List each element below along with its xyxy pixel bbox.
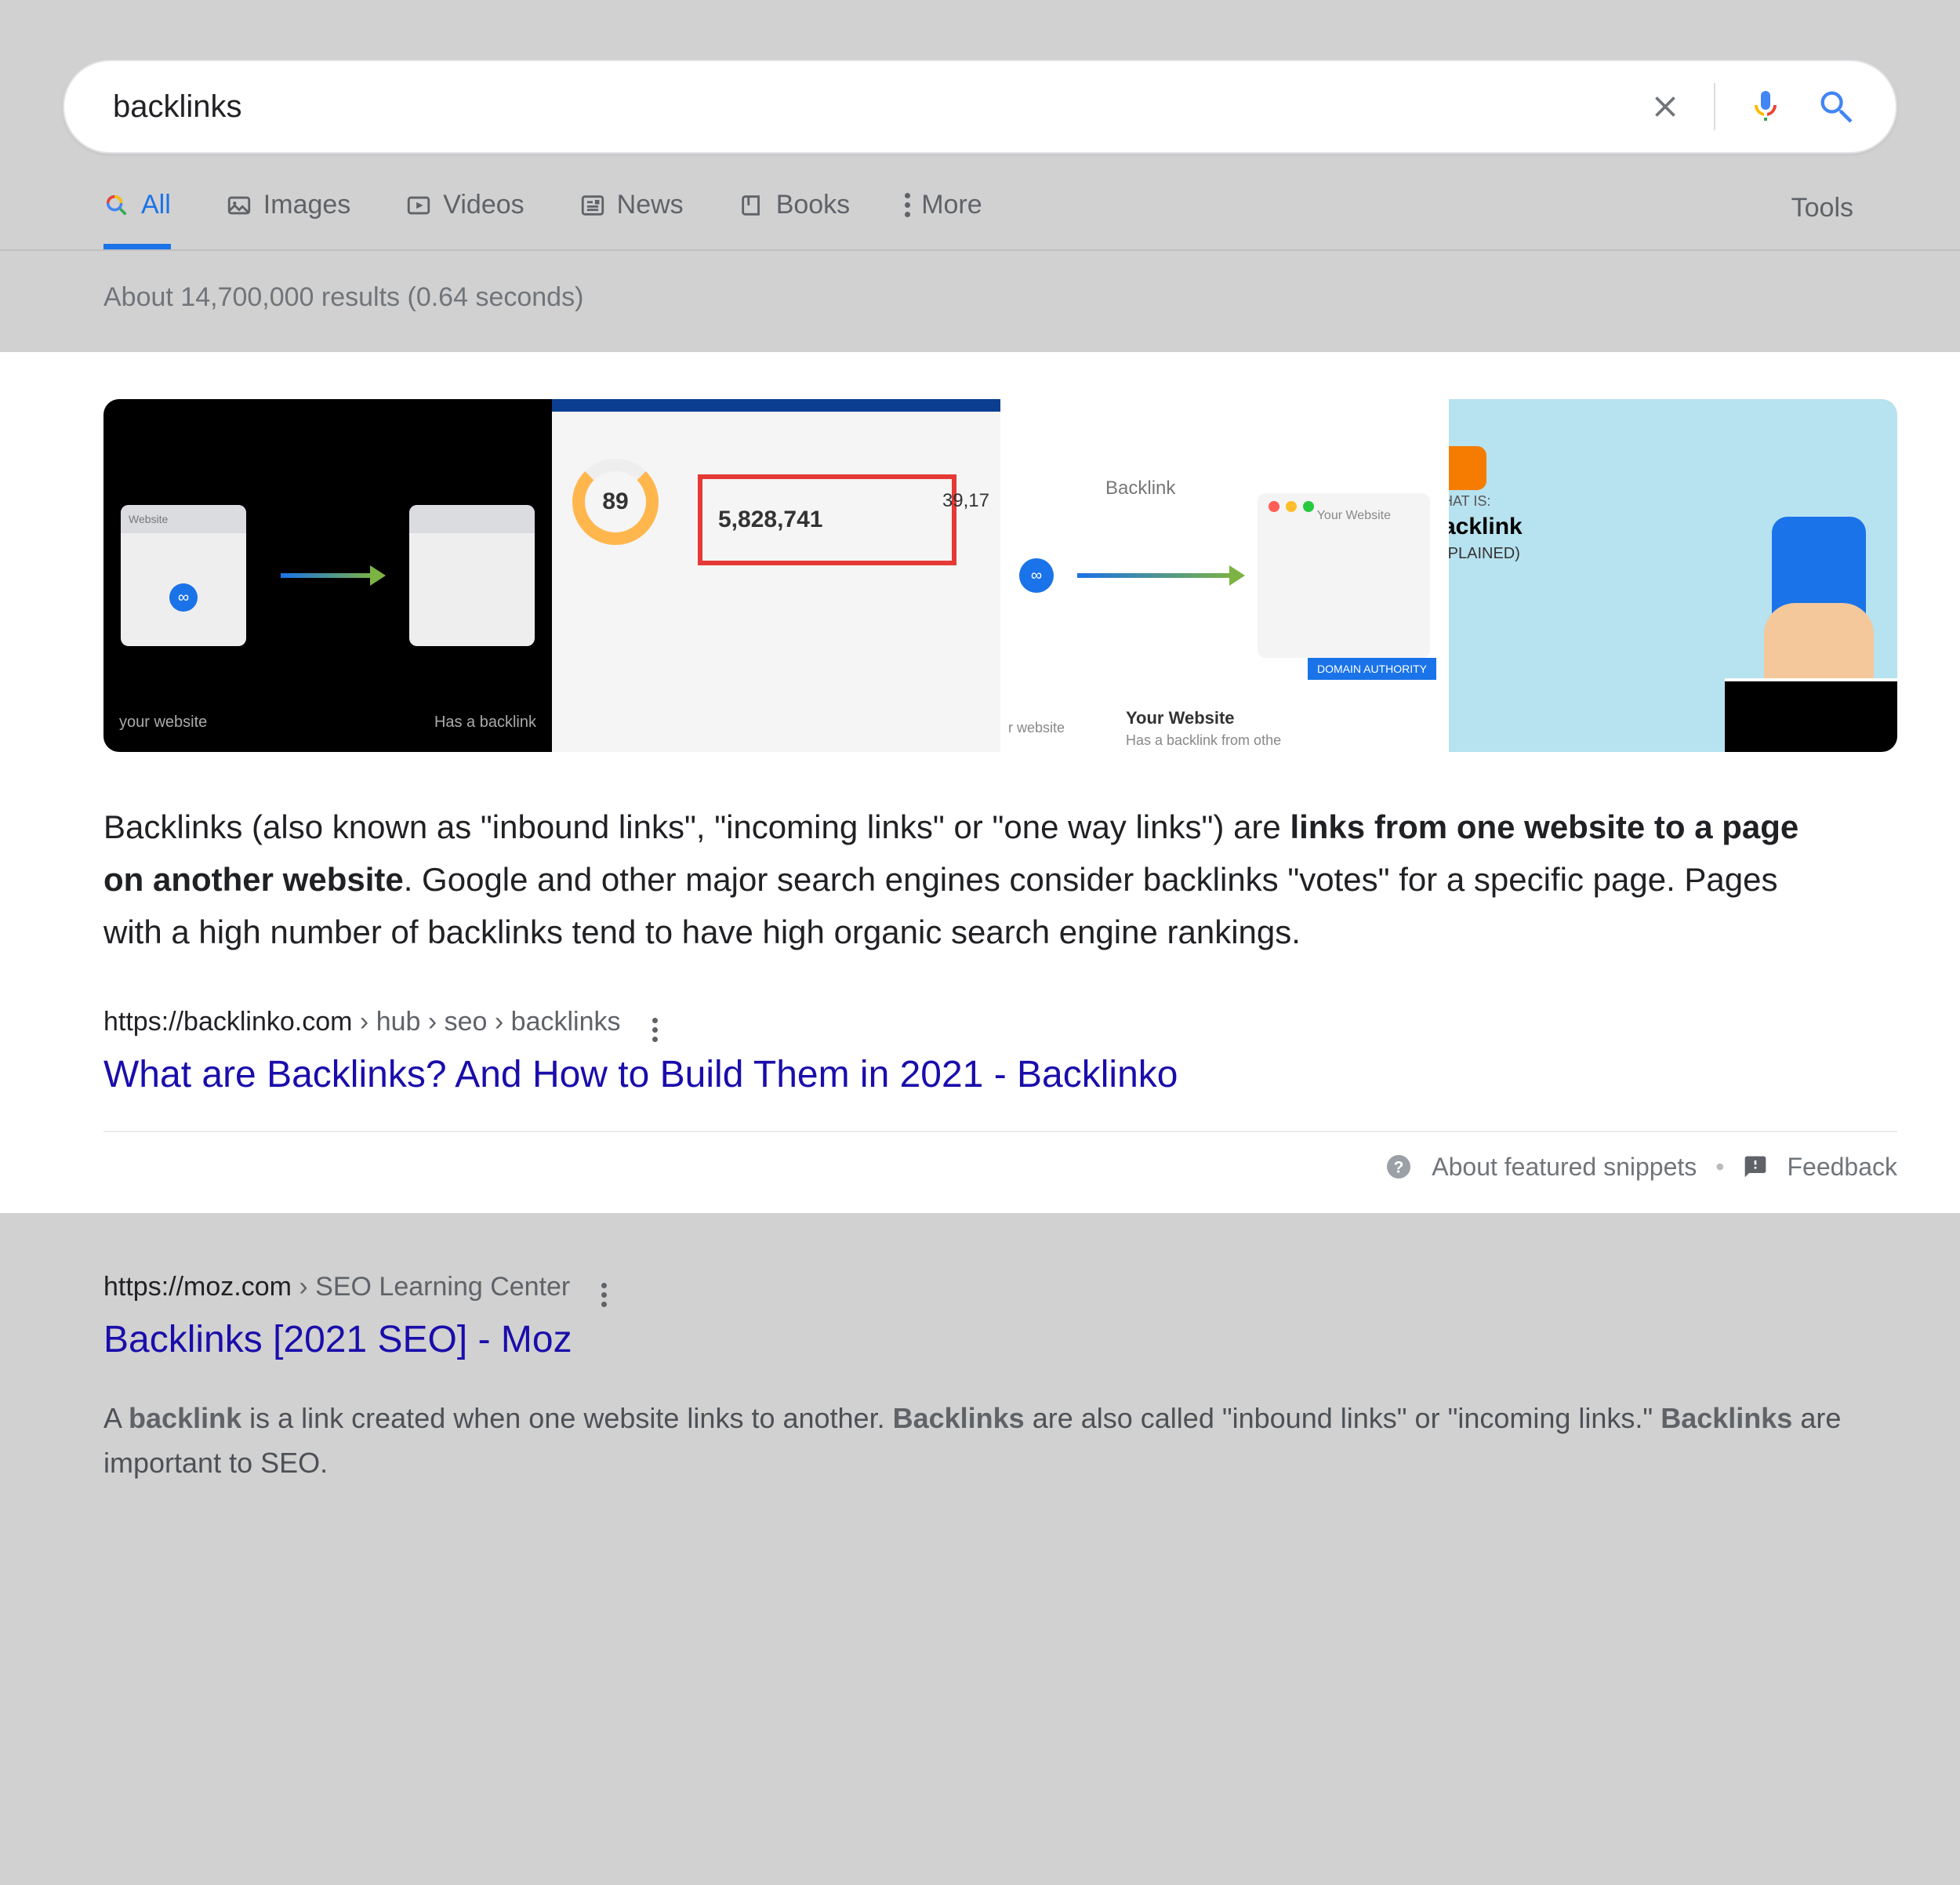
result-breadcrumb[interactable]: https://moz.com › SEO Learning Center	[103, 1272, 570, 1302]
organic-result-description: A backlink is a link created when one we…	[103, 1396, 1844, 1486]
featured-image-3[interactable]: ∞ Backlink Your Website DOMAIN AUTHORITY…	[1000, 399, 1449, 752]
thumb-title: acklink	[1449, 514, 1523, 540]
result-more-icon[interactable]	[652, 1003, 658, 1042]
breadcrumb-path: › hub › seo › backlinks	[352, 1007, 620, 1037]
clear-icon[interactable]	[1648, 89, 1682, 124]
thumb-caption: Has a backlink from othe	[1126, 732, 1281, 749]
breadcrumb-domain: https://moz.com	[103, 1272, 292, 1302]
result-stats: About 14,700,000 results (0.64 seconds)	[103, 282, 1866, 313]
about-snippets-link[interactable]: About featured snippets	[1432, 1153, 1697, 1182]
search-icon[interactable]	[1816, 86, 1857, 127]
images-icon	[226, 192, 252, 219]
feedback-icon	[1743, 1154, 1768, 1179]
search-bar-container	[0, 60, 1960, 154]
thumb-label: Website	[129, 513, 168, 525]
tab-videos[interactable]: Videos	[405, 190, 524, 249]
breadcrumb-path: › SEO Learning Center	[292, 1272, 570, 1302]
result-breadcrumb-row: https://moz.com › SEO Learning Center	[103, 1268, 1844, 1307]
desc-bold: Backlinks	[893, 1402, 1025, 1434]
results-content: About 14,700,000 results (0.64 seconds) …	[0, 282, 1866, 1486]
gauge-value: 89	[572, 459, 659, 545]
featured-result-title[interactable]: What are Backlinks? And How to Build The…	[103, 1053, 1897, 1096]
search-tab-icon	[103, 192, 130, 219]
videos-icon	[405, 192, 432, 219]
result-breadcrumb-row: https://backlinko.com › hub › seo › back…	[103, 1003, 1897, 1042]
separator	[1714, 83, 1715, 130]
thumb-badge: DOMAIN AUTHORITY	[1308, 658, 1436, 680]
news-icon	[579, 192, 606, 219]
feedback-link[interactable]: Feedback	[1787, 1153, 1897, 1182]
tab-label: Videos	[443, 190, 524, 220]
separator: •	[1715, 1153, 1724, 1182]
svg-text:?: ?	[1394, 1159, 1404, 1177]
desc-bold: backlink	[129, 1402, 241, 1434]
thumb-caption: Your Website	[1126, 708, 1235, 728]
thumb-caption: your website	[119, 714, 207, 732]
tools-button[interactable]: Tools	[1791, 193, 1853, 247]
help-icon[interactable]: ?	[1385, 1153, 1413, 1181]
desc-part: A	[103, 1402, 129, 1434]
tab-more[interactable]: More	[905, 190, 982, 249]
tab-label: All	[141, 190, 171, 220]
breadcrumb-domain: https://backlinko.com	[103, 1007, 352, 1037]
thumb-label: HAT IS:	[1449, 493, 1490, 510]
thumb-label: Backlink	[1105, 478, 1175, 499]
featured-snippet: ∞ Website your website Has a backlink 89…	[0, 352, 1960, 1213]
tab-news[interactable]: News	[579, 190, 684, 249]
featured-snippet-text: Backlinks (also known as "inbound links"…	[103, 801, 1844, 959]
featured-image-1[interactable]: ∞ Website your website Has a backlink	[103, 399, 552, 752]
featured-image-4[interactable]: HAT IS: acklink (PLAINED)	[1449, 399, 1897, 752]
tab-label: News	[617, 190, 684, 220]
tab-books[interactable]: Books	[739, 190, 851, 249]
thumb-label: (PLAINED)	[1449, 545, 1520, 563]
thumb-label: Your Website	[1317, 509, 1391, 523]
thumb-label: r website	[1008, 720, 1065, 736]
featured-footer: ? About featured snippets • Feedback	[103, 1131, 1897, 1182]
organic-result-title[interactable]: Backlinks [2021 SEO] - Moz	[103, 1318, 1844, 1361]
tab-images[interactable]: Images	[226, 190, 351, 249]
result-more-icon[interactable]	[601, 1268, 607, 1307]
tab-label: More	[921, 190, 982, 220]
more-icon	[905, 193, 910, 217]
snippet-text-part: Backlinks (also known as "inbound links"…	[103, 808, 1290, 845]
tab-label: Images	[263, 190, 351, 220]
metric-value: 5,828,741	[718, 507, 952, 533]
result-breadcrumb[interactable]: https://backlinko.com › hub › seo › back…	[103, 1007, 621, 1037]
featured-image-2[interactable]: 89 5,828,741 39,17	[552, 399, 1000, 752]
search-bar	[63, 60, 1897, 154]
google-serp: All Images Videos News Books	[0, 0, 1960, 1486]
tab-all[interactable]: All	[103, 190, 171, 249]
search-input[interactable]	[111, 89, 1648, 125]
desc-bold: Backlinks	[1661, 1402, 1792, 1434]
tab-label: Books	[776, 190, 851, 220]
thumb-caption: Has a backlink	[434, 714, 536, 732]
featured-images: ∞ Website your website Has a backlink 89…	[103, 399, 1897, 752]
mic-icon[interactable]	[1747, 88, 1784, 125]
desc-part: is a link created when one website links…	[241, 1402, 892, 1434]
desc-part: are also called "inbound links" or "inco…	[1025, 1402, 1661, 1434]
search-tabs: All Images Videos News Books	[0, 154, 1960, 251]
organic-result: https://moz.com › SEO Learning Center Ba…	[103, 1213, 1844, 1486]
metric-value: 39,17	[942, 490, 989, 512]
search-bar-icons	[1648, 83, 1857, 130]
books-icon	[739, 192, 765, 219]
